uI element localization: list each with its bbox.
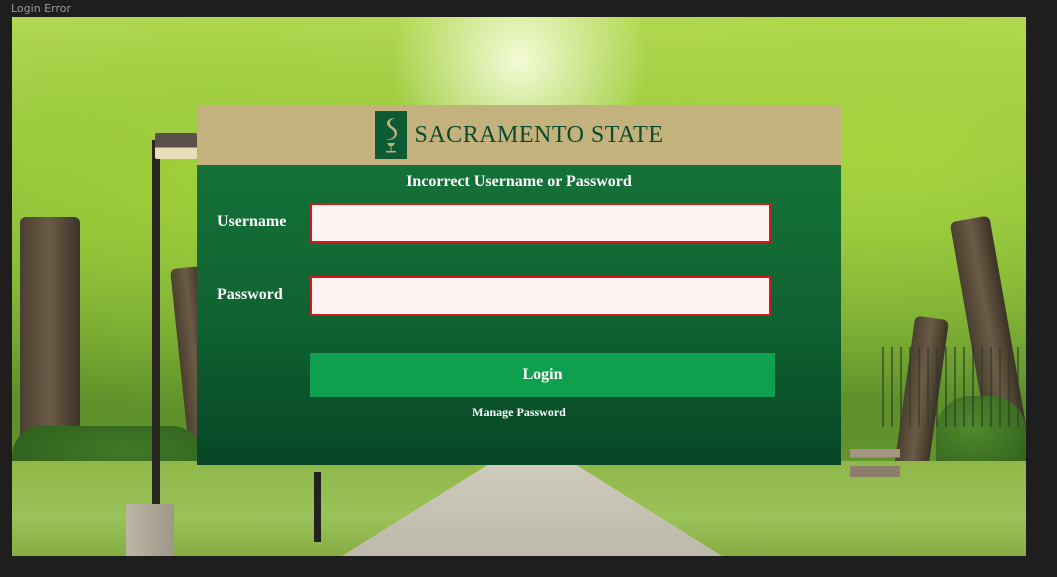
error-message: Incorrect Username or Password — [406, 173, 632, 190]
login-form: Incorrect Username or Password Username … — [197, 165, 841, 465]
card-header: SACRAMENTO STATE — [197, 105, 841, 165]
fence — [882, 347, 1022, 427]
lamp-base — [126, 504, 174, 556]
sac-state-hornet-logo-icon — [374, 111, 407, 159]
window-title: Login Error — [11, 2, 71, 15]
bollard — [314, 472, 321, 542]
username-label: Username — [217, 213, 287, 230]
login-card: SACRAMENTO STATE Incorrect Username or P… — [197, 105, 841, 465]
university-name: SACRAMENTO STATE — [414, 121, 664, 148]
manage-password-link[interactable]: Manage Password — [197, 405, 841, 420]
lamp-head — [155, 133, 197, 159]
password-input[interactable] — [310, 276, 771, 316]
username-input[interactable] — [310, 203, 771, 243]
login-button[interactable]: Login — [310, 353, 775, 397]
picnic-bench — [850, 449, 900, 477]
password-label: Password — [217, 286, 283, 303]
lamp-post — [152, 140, 160, 510]
